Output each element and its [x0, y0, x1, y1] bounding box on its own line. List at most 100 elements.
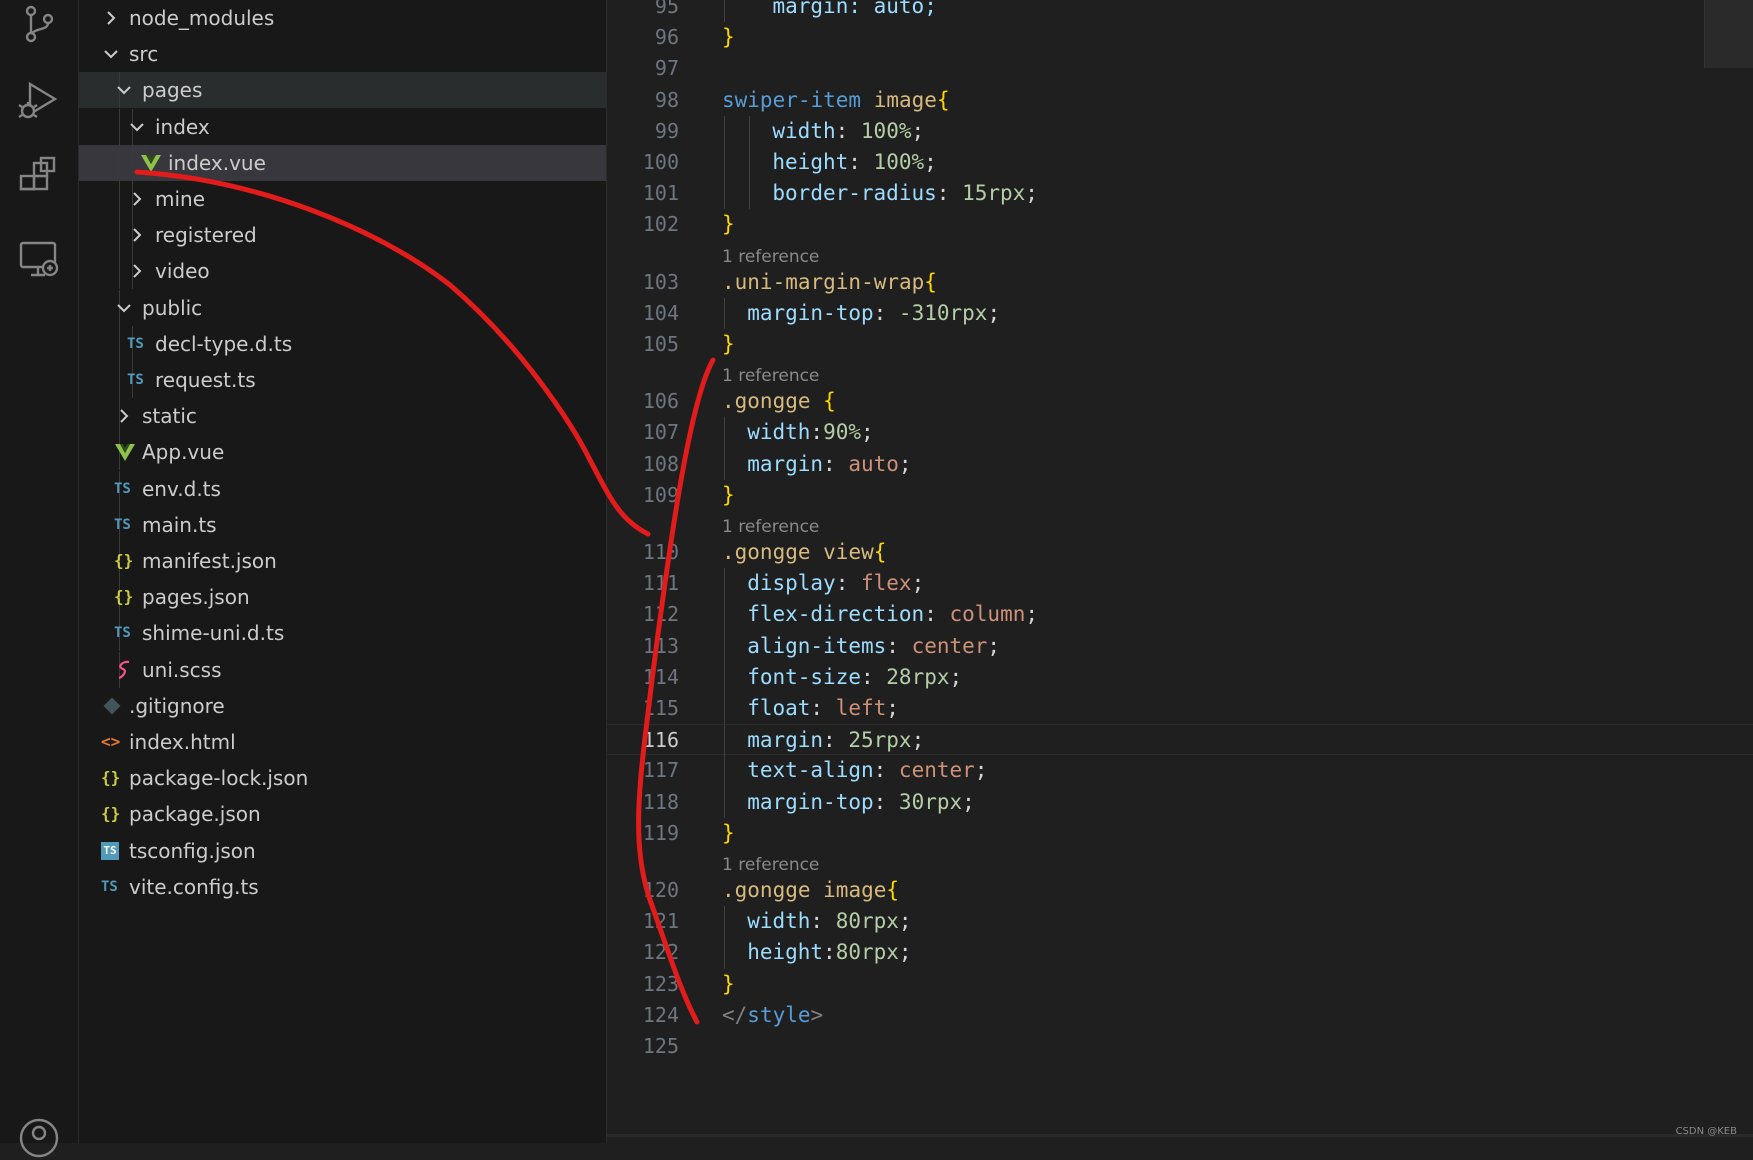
file-uni.scss[interactable]: uni.scss — [79, 652, 606, 688]
folder-index[interactable]: index — [79, 109, 606, 145]
code-line[interactable]: 100height: 100%; — [607, 147, 1753, 178]
file-request.ts[interactable]: TSrequest.ts — [79, 362, 606, 398]
code-line[interactable]: 99width: 100%; — [607, 116, 1753, 147]
extensions-icon[interactable] — [17, 156, 61, 200]
code-line[interactable]: 105} — [607, 329, 1753, 360]
code-token: ; — [987, 634, 1000, 658]
file-vite.config.ts[interactable]: TSvite.config.ts — [79, 869, 606, 905]
code-line[interactable]: 95 margin: auto; — [607, 0, 1753, 22]
line-number: 117 — [607, 755, 679, 786]
chevron-right-icon[interactable] — [114, 406, 134, 426]
chevron-down-icon[interactable] — [114, 80, 134, 100]
code-line[interactable]: 123} — [607, 969, 1753, 1000]
code-line[interactable]: 109} — [607, 480, 1753, 511]
code-line[interactable]: 125 — [607, 1031, 1753, 1062]
folder-registered[interactable]: registered — [79, 217, 606, 253]
line-number: 107 — [607, 417, 679, 448]
chevron-down-icon[interactable] — [114, 298, 134, 318]
code-line[interactable]: 122height:80rpx; — [607, 937, 1753, 968]
code-line[interactable]: 101border-radius: 15rpx; — [607, 178, 1753, 209]
folder-pages[interactable]: pages — [79, 72, 606, 108]
chevron-down-icon[interactable] — [127, 117, 147, 137]
code-line[interactable]: 112flex-direction: column; — [607, 599, 1753, 630]
code-line[interactable]: 98swiper-item image{ — [607, 85, 1753, 116]
code-line[interactable]: 102} — [607, 209, 1753, 240]
code-editor[interactable]: 95 margin: auto;96}9798swiper-item image… — [607, 0, 1753, 1143]
file-.gitignore[interactable]: .gitignore — [79, 688, 606, 724]
indent-guide — [724, 725, 725, 756]
code-line[interactable]: 115float: left; — [607, 693, 1753, 724]
tree-item-label: package.json — [129, 800, 261, 828]
chevron-right-icon[interactable] — [127, 225, 147, 245]
file-index.vue[interactable]: index.vue — [79, 145, 606, 181]
chevron-right-icon[interactable] — [127, 189, 147, 209]
file-pages.json[interactable]: {}pages.json — [79, 579, 606, 615]
folder-static[interactable]: static — [79, 398, 606, 434]
code-text: margin-top: -310rpx; — [747, 298, 1000, 329]
code-line[interactable]: 121width: 80rpx; — [607, 906, 1753, 937]
code-line[interactable]: 96} — [607, 22, 1753, 53]
run-debug-icon[interactable] — [17, 79, 61, 123]
folder-src[interactable]: src — [79, 36, 606, 72]
code-line[interactable]: 106.gongge { — [607, 386, 1753, 417]
code-line[interactable]: 114font-size: 28rpx; — [607, 662, 1753, 693]
file-index.html[interactable]: <>index.html — [79, 724, 606, 760]
file-manifest.json[interactable]: {}manifest.json — [79, 543, 606, 579]
file-App.vue[interactable]: App.vue — [79, 434, 606, 470]
chevron-down-icon[interactable] — [101, 44, 121, 64]
code-token: { — [937, 88, 950, 112]
code-line[interactable]: 107width:90%; — [607, 417, 1753, 448]
file-package.json[interactable]: {}package.json — [79, 796, 606, 832]
file-package-lock.json[interactable]: {}package-lock.json — [79, 760, 606, 796]
folder-public[interactable]: public — [79, 290, 606, 326]
file-decl-type.d.ts[interactable]: TSdecl-type.d.ts — [79, 326, 606, 362]
vue-file-icon — [114, 441, 136, 463]
code-line[interactable]: 111display: flex; — [607, 568, 1753, 599]
line-number: 116 — [607, 725, 679, 756]
code-line[interactable]: 108margin: auto; — [607, 449, 1753, 480]
remote-explorer-icon[interactable] — [17, 237, 61, 281]
code-line[interactable]: 113align-items: center; — [607, 631, 1753, 662]
code-token: margin-top — [747, 301, 873, 325]
file-env.d.ts[interactable]: TSenv.d.ts — [79, 471, 606, 507]
file-shime-uni.d.ts[interactable]: TSshime-uni.d.ts — [79, 615, 606, 651]
code-line[interactable]: 119} — [607, 818, 1753, 849]
chevron-right-icon[interactable] — [127, 261, 147, 281]
code-line[interactable]: 118margin-top: 30rpx; — [607, 787, 1753, 818]
tree-item-label: video — [155, 257, 210, 285]
code-line[interactable]: 110.gongge view{ — [607, 537, 1753, 568]
code-text: .gongge image{ — [722, 875, 899, 906]
code-token: .uni-margin-wrap — [722, 270, 924, 294]
folder-node_modules[interactable]: node_modules — [79, 0, 606, 36]
code-line[interactable]: 103.uni-margin-wrap{ — [607, 267, 1753, 298]
code-token: : — [874, 758, 899, 782]
line-number: 124 — [607, 1000, 679, 1031]
code-text: width: 100%; — [772, 116, 924, 147]
source-control-icon[interactable] — [17, 2, 61, 46]
code-line[interactable]: 120.gongge image{ — [607, 875, 1753, 906]
code-token: : — [810, 696, 835, 720]
folder-mine[interactable]: mine — [79, 181, 606, 217]
chevron-right-icon[interactable] — [101, 8, 121, 28]
code-line[interactable]: 117text-align: center; — [607, 755, 1753, 786]
file-tsconfig.json[interactable]: TStsconfig.json — [79, 833, 606, 869]
line-number: 102 — [607, 209, 679, 240]
code-token: : — [861, 665, 886, 689]
code-token: ; — [912, 728, 925, 752]
code-line[interactable]: 97 — [607, 53, 1753, 84]
folder-video[interactable]: video — [79, 253, 606, 289]
horizontal-scrollbar[interactable] — [607, 1134, 1753, 1137]
code-token: border-radius — [772, 181, 936, 205]
tree-item-label: manifest.json — [142, 547, 277, 575]
account-icon[interactable] — [17, 1116, 61, 1160]
code-token: ; — [987, 301, 1000, 325]
file-main.ts[interactable]: TSmain.ts — [79, 507, 606, 543]
tree-item-label: static — [142, 402, 197, 430]
code-line[interactable]: 124</style> — [607, 1000, 1753, 1031]
code-token: ; — [912, 571, 925, 595]
code-line[interactable]: 104margin-top: -310rpx; — [607, 298, 1753, 329]
indent-guide — [724, 631, 725, 662]
code-token: ; — [886, 696, 899, 720]
current-line[interactable]: 116margin: 25rpx; — [607, 724, 1753, 755]
indent-guide — [724, 937, 725, 968]
